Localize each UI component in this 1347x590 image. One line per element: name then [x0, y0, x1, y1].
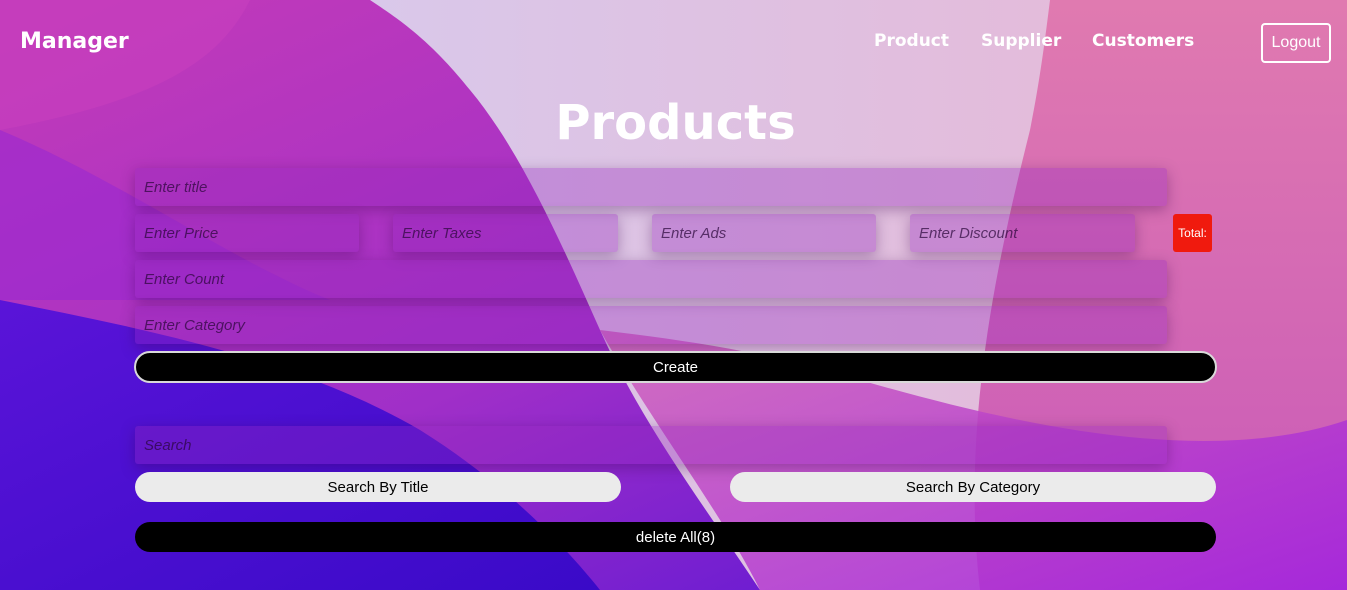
navbar: Manager Product Supplier Customers Logou…	[0, 0, 1347, 86]
category-input[interactable]	[135, 306, 1167, 344]
search-by-title-button[interactable]: Search By Title	[135, 472, 621, 502]
logout-button[interactable]: Logout	[1261, 23, 1331, 63]
nav-link-supplier[interactable]: Supplier	[981, 31, 1061, 51]
nav-link-product[interactable]: Product	[874, 31, 949, 51]
taxes-input[interactable]	[393, 214, 618, 252]
search-by-category-button[interactable]: Search By Category	[730, 472, 1216, 502]
ads-input[interactable]	[652, 214, 876, 252]
total-badge: Total:	[1173, 214, 1212, 252]
title-input[interactable]	[135, 168, 1167, 206]
search-input[interactable]	[135, 426, 1167, 464]
price-input[interactable]	[135, 214, 359, 252]
create-button[interactable]: Create	[134, 351, 1217, 383]
count-input[interactable]	[135, 260, 1167, 298]
delete-all-button[interactable]: delete All(8)	[135, 522, 1216, 552]
page-title: Products	[555, 95, 796, 151]
discount-input[interactable]	[910, 214, 1135, 252]
nav-link-customers[interactable]: Customers	[1092, 31, 1194, 51]
brand-logo[interactable]: Manager	[20, 29, 129, 54]
